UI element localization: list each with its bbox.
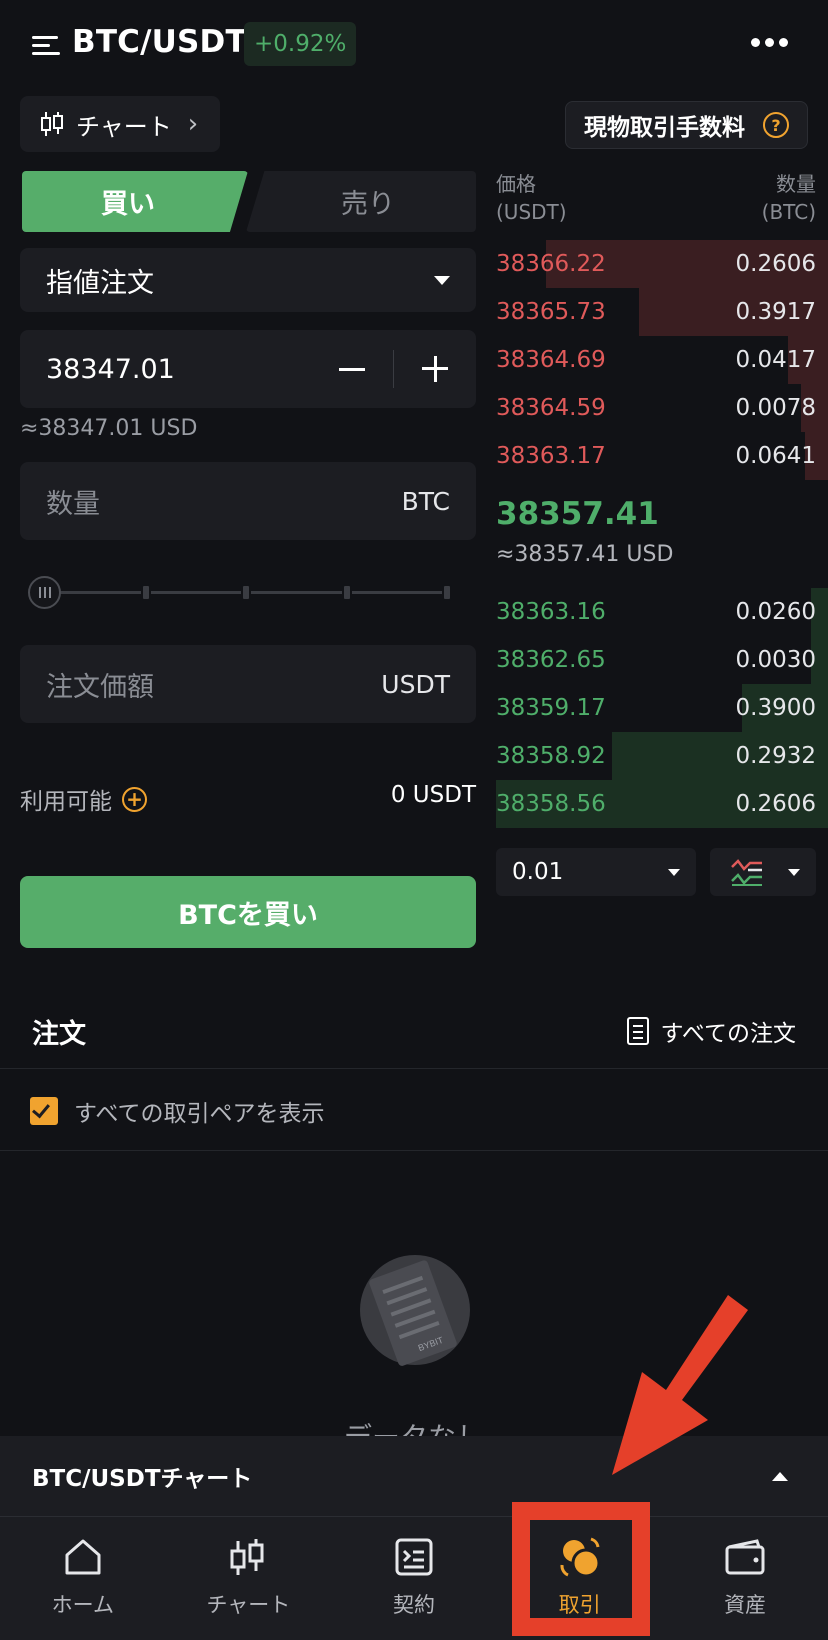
wallet-icon xyxy=(725,1539,765,1575)
orderbook-view-select[interactable] xyxy=(710,848,816,896)
orderbook-view-icon xyxy=(731,859,762,886)
ask-row[interactable]: 38363.17 0.0641 xyxy=(496,432,828,480)
chart-button[interactable]: チャート › xyxy=(20,96,220,152)
ask-row[interactable]: 38366.22 0.2606 xyxy=(496,240,828,288)
pair-title[interactable]: BTC/USDT xyxy=(72,24,247,60)
slider-handle[interactable] xyxy=(28,576,61,609)
empty-state-illustration: BYBIT xyxy=(360,1255,470,1366)
candlestick-icon xyxy=(230,1539,264,1575)
slider-stop-50[interactable] xyxy=(241,584,251,601)
quantity-unit: BTC xyxy=(401,486,450,516)
slider-stop-75[interactable] xyxy=(342,584,352,601)
help-icon: ? xyxy=(763,112,789,138)
ask-row[interactable]: 38364.69 0.0417 xyxy=(496,336,828,384)
caret-up-icon xyxy=(772,1471,788,1481)
bid-row[interactable]: 38358.92 0.2932 xyxy=(496,732,828,780)
annotation-highlight-box xyxy=(512,1502,650,1636)
caret-down-icon xyxy=(434,275,450,285)
order-value-placeholder: 注文価額 xyxy=(46,671,154,703)
bid-row[interactable]: 38363.16 0.0260 xyxy=(496,588,828,636)
amount-slider[interactable] xyxy=(28,574,460,610)
all-orders-label: すべての注文 xyxy=(660,1021,796,1047)
price-increment-button[interactable] xyxy=(394,330,476,408)
home-icon xyxy=(65,1539,101,1575)
orderbook-price-header: 価格 (USDT) xyxy=(496,172,567,224)
ask-row[interactable]: 38364.59 0.0078 xyxy=(496,384,828,432)
contract-icon xyxy=(395,1538,433,1576)
ask-row[interactable]: 38365.73 0.3917 xyxy=(496,288,828,336)
price-change-badge: +0.92% xyxy=(244,22,357,66)
nav-contract[interactable]: 契約 xyxy=(331,1517,497,1640)
available-value: 0 USDT xyxy=(390,782,476,808)
fee-button[interactable]: 現物取引手数料 ? xyxy=(565,101,808,149)
all-orders-link[interactable]: すべての注文 xyxy=(626,1014,796,1048)
divider xyxy=(0,1068,828,1069)
order-value-input[interactable]: 注文価額 USDT xyxy=(20,645,476,723)
tick-size-select[interactable]: 0.01 xyxy=(496,848,696,896)
show-all-pairs-label: すべての取引ペアを表示 xyxy=(74,1101,325,1127)
slider-stop-100[interactable] xyxy=(442,584,452,601)
fee-button-label: 現物取引手数料 xyxy=(584,115,745,141)
quantity-placeholder: 数量 xyxy=(46,488,100,520)
more-icon[interactable] xyxy=(751,38,788,47)
price-input[interactable]: 38347.01 xyxy=(20,330,476,408)
caret-down-icon xyxy=(788,868,800,876)
document-icon xyxy=(626,1017,649,1045)
slider-stop-25[interactable] xyxy=(141,584,151,601)
price-decrement-button[interactable] xyxy=(311,330,393,408)
bottom-nav: ホーム チャート 契約 取引 資産 xyxy=(0,1516,828,1640)
caret-down-icon xyxy=(668,868,680,876)
annotation-arrow xyxy=(612,1295,748,1475)
bid-row[interactable]: 38362.65 0.0030 xyxy=(496,636,828,684)
tab-buy[interactable]: 買い xyxy=(22,171,248,232)
menu-icon[interactable] xyxy=(32,34,62,56)
last-price-usd: ≈38357.41 USD xyxy=(496,542,674,567)
candlestick-icon xyxy=(41,112,63,136)
orderbook-qty-header: 数量 (BTC) xyxy=(761,172,816,224)
price-value: 38347.01 xyxy=(46,353,175,385)
show-all-pairs-toggle[interactable]: すべての取引ペアを表示 xyxy=(30,1094,324,1128)
nav-home[interactable]: ホーム xyxy=(0,1517,166,1640)
chart-bar-label: BTC/USDTチャート xyxy=(32,1466,253,1492)
orders-title: 注文 xyxy=(32,1019,86,1050)
nav-chart[interactable]: チャート xyxy=(166,1517,332,1640)
order-value-unit: USDT xyxy=(381,669,450,699)
order-type-select[interactable]: 指値注文 xyxy=(20,248,476,312)
bid-row[interactable]: 38359.17 0.3900 xyxy=(496,684,828,732)
add-funds-icon[interactable]: + xyxy=(122,786,147,812)
available-balance: 利用可能 + xyxy=(20,782,147,816)
buy-button[interactable]: BTCを買い xyxy=(20,876,476,948)
order-type-value: 指値注文 xyxy=(46,267,154,299)
bid-row[interactable]: 38358.56 0.2606 xyxy=(496,780,828,828)
tab-sell[interactable]: 売り xyxy=(246,171,476,232)
price-usd-approx: ≈38347.01 USD xyxy=(20,416,198,441)
minus-icon xyxy=(339,367,365,371)
checkbox-checked[interactable] xyxy=(30,1097,58,1125)
chart-button-label: チャート xyxy=(76,112,172,141)
nav-assets[interactable]: 資産 xyxy=(662,1517,828,1640)
available-label: 利用可能 xyxy=(20,789,112,815)
slider-track xyxy=(58,591,452,594)
tick-size-value: 0.01 xyxy=(512,859,564,885)
chevron-right-icon: › xyxy=(187,109,199,139)
last-price: 38357.41 xyxy=(496,496,659,532)
quantity-input[interactable]: 数量 BTC xyxy=(20,462,476,540)
divider xyxy=(0,1150,828,1151)
